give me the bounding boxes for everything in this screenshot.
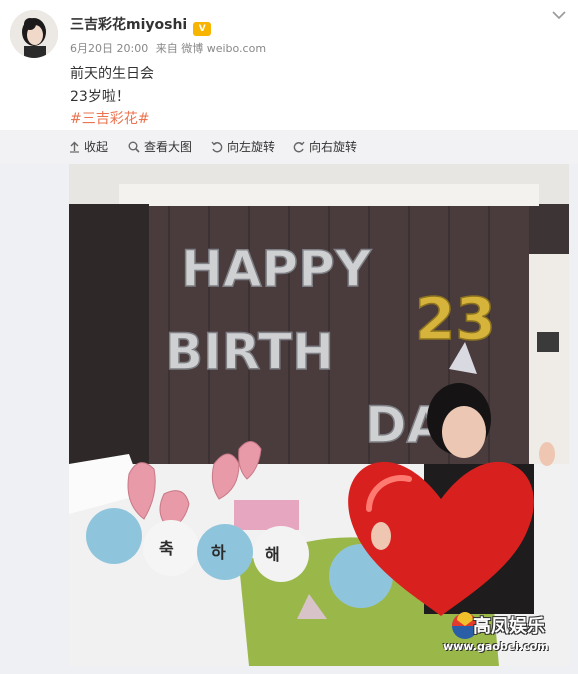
post-card: 三吉彩花miyoshi V 6月20日 20:00 来自 微博 weibo.com… xyxy=(0,0,578,130)
post-photo[interactable]: HAPPY BIRTH DAY 23 축 하 해 高凤娱乐 www.gaobei… xyxy=(69,164,569,666)
author-name[interactable]: 三吉彩花miyoshi V xyxy=(70,14,212,36)
chevron-down-icon[interactable] xyxy=(552,10,566,20)
birthday-photo-image: HAPPY BIRTH DAY 23 축 하 해 xyxy=(69,164,569,666)
balloon-23-text: 23 xyxy=(415,285,496,353)
balloon-birth-text: BIRTH xyxy=(165,323,334,381)
view-large-label: 查看大图 xyxy=(144,140,193,154)
svg-text:하: 하 xyxy=(211,543,226,562)
watermark-url: www.gaobei.com xyxy=(443,640,549,653)
watermark: 高凤娱乐 www.gaobei.com xyxy=(441,612,559,658)
image-toolbar: 收起 查看大图 向左旋转 向右旋转 xyxy=(0,130,578,164)
post-text-line-2: 23岁啦！ xyxy=(70,89,130,105)
rotate-left-icon xyxy=(211,141,223,153)
svg-text:해: 해 xyxy=(265,545,280,564)
collapse-label: 收起 xyxy=(84,140,109,154)
rotate-right-button[interactable]: 向右旋转 xyxy=(293,139,357,155)
post-meta: 6月20日 20:00 来自 微博 weibo.com xyxy=(70,40,266,56)
rotate-right-icon xyxy=(293,141,305,153)
post-text-line-1: 前天的生日会 xyxy=(70,66,154,82)
rotate-left-label: 向左旋转 xyxy=(227,140,276,154)
hashtag-link[interactable]: #三吉彩花# xyxy=(70,108,149,128)
vip-badge-icon: V xyxy=(193,22,212,36)
balloon-happy-text: HAPPY xyxy=(181,240,372,298)
view-large-button[interactable]: 查看大图 xyxy=(128,139,192,155)
avatar[interactable] xyxy=(10,10,58,58)
collapse-button[interactable]: 收起 xyxy=(69,139,108,155)
watermark-title: 高凤娱乐 xyxy=(473,616,545,637)
rotate-left-button[interactable]: 向左旋转 xyxy=(211,139,275,155)
rotate-right-label: 向右旋转 xyxy=(309,140,358,154)
post-source[interactable]: 微博 weibo.com xyxy=(181,42,266,55)
post-timestamp[interactable]: 6月20日 20:00 xyxy=(70,42,148,55)
search-icon xyxy=(128,141,140,153)
source-prefix: 来自 xyxy=(155,42,178,55)
svg-text:축: 축 xyxy=(159,539,174,558)
arrow-up-icon xyxy=(70,141,79,153)
author-name-text[interactable]: 三吉彩花miyoshi xyxy=(70,17,187,33)
